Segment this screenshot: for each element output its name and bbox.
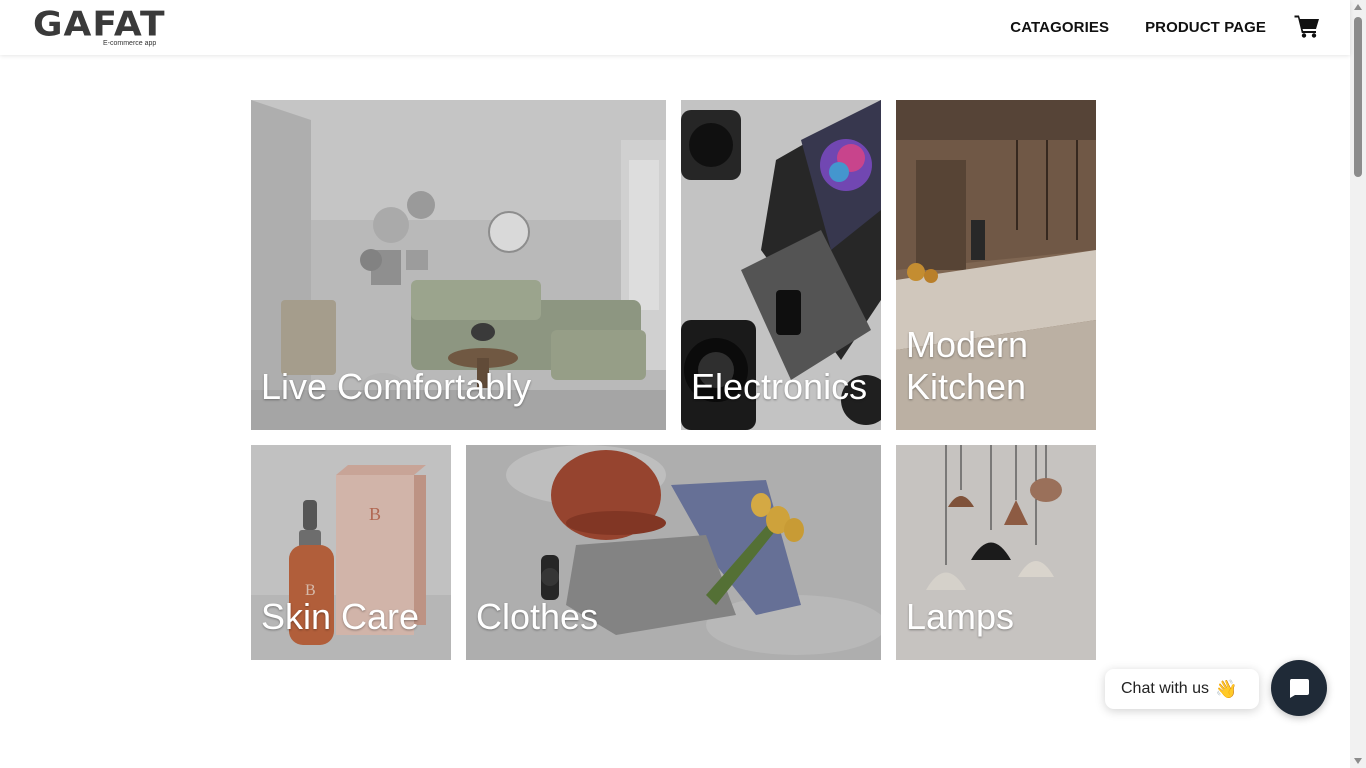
- category-label: Skin Care: [261, 596, 420, 637]
- scroll-thumb[interactable]: [1354, 17, 1362, 177]
- shopping-cart-icon[interactable]: [1294, 14, 1320, 38]
- category-tile-electronics[interactable]: Electronics: [681, 100, 881, 430]
- category-label: Clothes: [476, 596, 599, 637]
- main-nav: CATAGORIES PRODUCT PAGE: [1010, 0, 1320, 55]
- category-label: Live Comfortably: [261, 366, 532, 407]
- chat-icon: [1289, 679, 1309, 698]
- category-label: Electronics: [691, 366, 868, 407]
- category-tile-living[interactable]: Live Comfortably: [251, 100, 666, 430]
- category-tile-clothes[interactable]: Clothes: [466, 445, 881, 660]
- chat-label: Chat with us: [1121, 680, 1210, 697]
- category-tile-lamps[interactable]: Lamps: [896, 445, 1096, 660]
- site-header: GAFAT E-commerce app CATAGORIES PRODUCT …: [0, 0, 1350, 55]
- logo-text: GAFAT: [33, 5, 166, 45]
- category-tile-skincare[interactable]: B B Skin Care: [251, 445, 451, 660]
- wave-emoji: 👋: [1215, 678, 1238, 699]
- category-label: Lamps: [906, 596, 1015, 637]
- chat-button[interactable]: [1271, 660, 1327, 716]
- nav-categories[interactable]: CATAGORIES: [1010, 19, 1109, 36]
- scroll-down-icon[interactable]: [1354, 758, 1362, 764]
- logo-subtitle: E-commerce app: [103, 40, 157, 47]
- nav-product-page[interactable]: PRODUCT PAGE: [1145, 19, 1266, 36]
- category-tile-kitchen[interactable]: Modern Kitchen: [896, 100, 1096, 430]
- vertical-scrollbar[interactable]: [1350, 0, 1366, 768]
- chat-prompt[interactable]: Chat with us 👋: [1105, 669, 1259, 709]
- category-label: Modern Kitchen: [906, 324, 1029, 407]
- scroll-up-icon[interactable]: [1354, 4, 1362, 10]
- logo[interactable]: GAFAT E-commerce app: [33, 5, 166, 51]
